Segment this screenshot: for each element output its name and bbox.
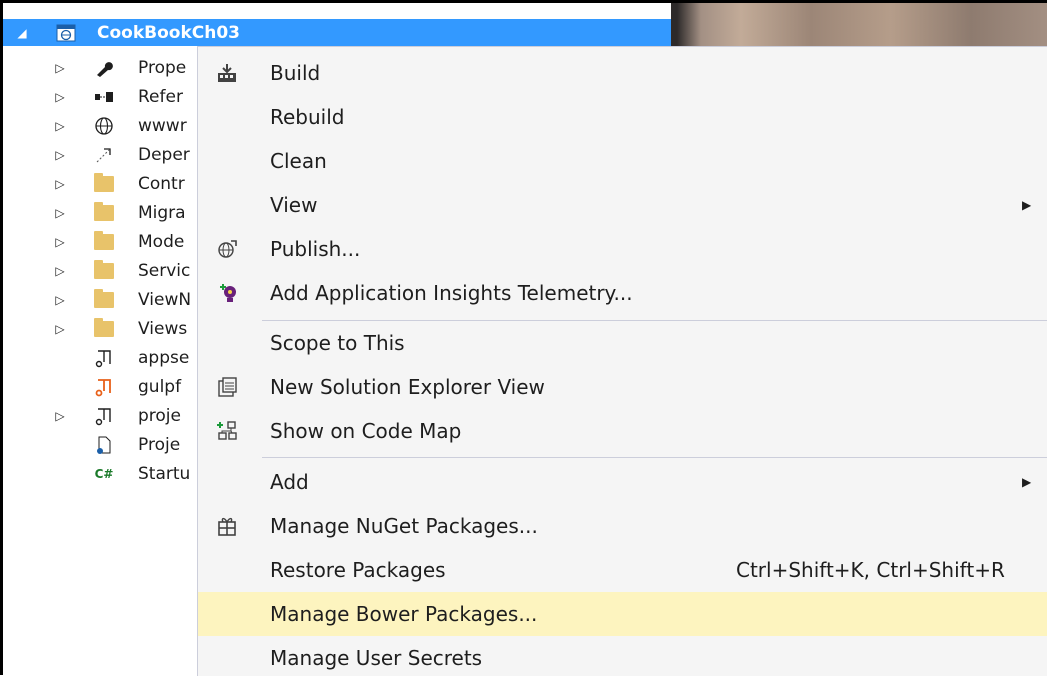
menu-item-publish[interactable]: Publish... (198, 227, 1047, 271)
dependencies-icon (93, 144, 115, 166)
folder-icon (93, 288, 115, 311)
menu-item-manage-user-secrets[interactable]: Manage User Secrets (198, 636, 1047, 680)
code-map-icon (214, 418, 240, 444)
project-name: CookBookCh03 (97, 22, 240, 43)
menu-item-view[interactable]: View ▶ (198, 183, 1047, 227)
menu-item-show-on-code-map[interactable]: Show on Code Map (198, 409, 1047, 453)
tree-item-label: proje (138, 405, 181, 426)
menu-item-manage-bower-packages[interactable]: Manage Bower Packages... (198, 592, 1047, 636)
expand-arrow-icon[interactable]: ▷ (53, 177, 67, 191)
expand-arrow-icon[interactable]: ▷ (53, 235, 67, 249)
collapse-arrow-icon[interactable]: ◢ (15, 26, 29, 40)
folder-icon (93, 259, 115, 282)
web-project-icon (55, 22, 77, 44)
gulp-file-icon (93, 376, 115, 398)
expand-arrow-icon[interactable]: ▷ (53, 293, 67, 307)
menu-item-shortcut: Ctrl+Shift+K, Ctrl+Shift+R (736, 558, 1005, 582)
json-file-icon (93, 405, 115, 427)
tree-item-label: Views (138, 318, 188, 339)
submenu-arrow-icon: ▶ (1022, 198, 1032, 212)
tree-item-label: Mode (138, 231, 185, 252)
tree-item-label: ViewN (138, 289, 192, 310)
tree-item-label: Servic (138, 260, 191, 281)
menu-item-label: Publish... (270, 237, 361, 261)
nuget-icon (214, 513, 240, 539)
menu-item-rebuild[interactable]: Rebuild (198, 95, 1047, 139)
menu-item-clean[interactable]: Clean (198, 139, 1047, 183)
insights-icon (214, 280, 240, 306)
tree-item-label: Proje (138, 434, 181, 455)
folder-icon (93, 317, 115, 340)
menu-item-label: Manage NuGet Packages... (270, 514, 538, 538)
menu-item-label: Restore Packages (270, 558, 446, 582)
menu-item-label: New Solution Explorer View (270, 375, 545, 399)
globe-icon (93, 115, 115, 137)
json-file-icon (93, 347, 115, 369)
expand-arrow-icon[interactable]: ▷ (53, 264, 67, 278)
menu-item-label: Show on Code Map (270, 419, 462, 443)
menu-item-label: Manage User Secrets (270, 646, 483, 670)
new-view-icon (214, 374, 240, 400)
references-icon (93, 86, 115, 108)
menu-separator (262, 457, 1047, 458)
expand-arrow-icon[interactable]: ▷ (53, 119, 67, 133)
publish-icon (214, 236, 240, 262)
csharp-file-icon: C# (94, 466, 114, 481)
menu-item-restore-packages[interactable]: Restore Packages Ctrl+Shift+K, Ctrl+Shif… (198, 548, 1047, 592)
expand-arrow-icon[interactable]: ▷ (53, 409, 67, 423)
expand-arrow-icon[interactable]: ▷ (53, 206, 67, 220)
menu-item-add[interactable]: Add ▶ (198, 460, 1047, 504)
folder-icon (93, 230, 115, 253)
wrench-icon (93, 57, 115, 79)
title-strip (3, 3, 671, 19)
menu-item-add-app-insights[interactable]: Add Application Insights Telemetry... (198, 271, 1047, 315)
menu-item-label: Rebuild (270, 105, 345, 129)
menu-item-label: Scope to This (270, 331, 405, 355)
menu-item-label: Add (270, 470, 309, 494)
context-menu: Build Rebuild Clean View ▶ Publish... Ad… (197, 46, 1047, 676)
expand-arrow-icon[interactable]: ▷ (53, 90, 67, 104)
folder-icon (93, 172, 115, 195)
expand-arrow-icon[interactable]: ▷ (53, 61, 67, 75)
tree-item-label: appse (138, 347, 190, 368)
menu-item-scope-to-this[interactable]: Scope to This (198, 321, 1047, 365)
tree-row-project[interactable]: ◢ CookBookCh03 (3, 19, 671, 46)
tree-item-label: Migra (138, 202, 186, 223)
tree-item-label: Deper (138, 144, 190, 165)
tree-item-label: Refer (138, 86, 183, 107)
menu-item-build[interactable]: Build (198, 51, 1047, 95)
menu-item-manage-nuget[interactable]: Manage NuGet Packages... (198, 504, 1047, 548)
build-icon (214, 60, 240, 86)
menu-item-label: Build (270, 61, 321, 85)
tree-item-label: Startu (138, 463, 191, 484)
menu-item-label: View (270, 193, 318, 217)
menu-item-label: Clean (270, 149, 327, 173)
tree-item-label: wwwr (138, 115, 187, 136)
project-file-icon (93, 434, 115, 456)
folder-icon (93, 201, 115, 224)
tree-item-label: gulpf (138, 376, 182, 397)
submenu-arrow-icon: ▶ (1022, 475, 1032, 489)
expand-arrow-icon[interactable]: ▷ (53, 322, 67, 336)
tree-item-label: Contr (138, 173, 185, 194)
menu-item-label: Manage Bower Packages... (270, 602, 538, 626)
menu-item-label: Add Application Insights Telemetry... (270, 281, 633, 305)
menu-item-new-solution-explorer-view[interactable]: New Solution Explorer View (198, 365, 1047, 409)
tree-item-label: Prope (138, 57, 187, 78)
expand-arrow-icon[interactable]: ▷ (53, 148, 67, 162)
